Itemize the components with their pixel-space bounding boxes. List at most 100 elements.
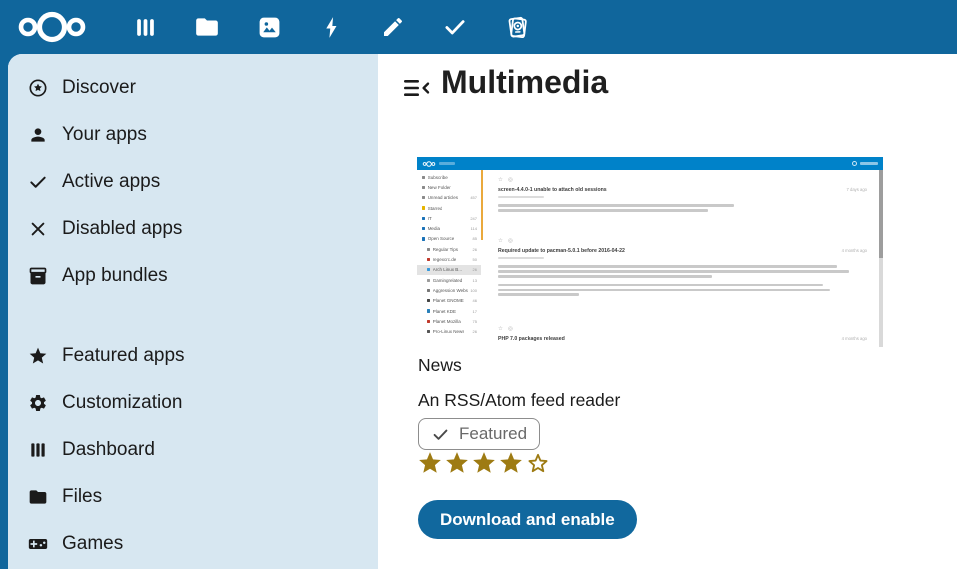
photos-icon[interactable] [249, 7, 289, 47]
sidebar-item-label: Discover [62, 77, 136, 99]
nextcloud-logo[interactable] [13, 5, 91, 49]
feed-favicon [422, 196, 425, 199]
check-icon [28, 172, 48, 192]
main-content: Multimedia [378, 54, 957, 569]
sidebar-item-label: Dashboard [62, 439, 155, 461]
sidebar-item-disabled-apps[interactable]: Disabled apps [8, 205, 378, 252]
screenshot-topbar [417, 157, 883, 170]
featured-badge: Featured [418, 418, 540, 450]
dashboard-icon[interactable] [125, 7, 165, 47]
star-rating [417, 450, 551, 476]
apps-sidebar: Discover Your apps Active apps Disabled … [8, 54, 378, 569]
page-title: Multimedia [441, 64, 608, 101]
dashboard-icon [28, 440, 48, 460]
feed-list-item: Regular Tips 26 [417, 244, 481, 254]
feed-list-item: IT 247 [417, 213, 481, 223]
screenshot-article: ☆◎ Required update to pacman-5.0.1 befor… [498, 238, 867, 296]
discover-icon [28, 78, 48, 98]
feed-favicon [422, 186, 425, 189]
sidebar-item-files[interactable]: Files [8, 473, 378, 520]
sidebar-item-discover[interactable]: Discover [8, 64, 378, 111]
sidebar-item-label: App bundles [62, 265, 168, 287]
feed-favicon [422, 206, 425, 209]
feed-favicon [427, 248, 430, 251]
feed-list-item: New Folder [417, 182, 481, 192]
mini-topbar-right [852, 161, 879, 167]
feed-list-item: Planet Mozilla 75 [417, 316, 481, 326]
star-filled-icon [498, 450, 524, 476]
feed-favicon [427, 258, 430, 261]
check-icon [431, 425, 450, 444]
screenshot-article-list: ☆◎ screen-4.4.0-1 unable to attach old s… [481, 170, 883, 347]
mini-star-icon: ☆ [498, 238, 503, 244]
files-icon[interactable] [187, 7, 227, 47]
activity-icon[interactable] [311, 7, 351, 47]
notes-icon[interactable] [373, 7, 413, 47]
content-panel: Discover Your apps Active apps Disabled … [8, 54, 957, 569]
feed-favicon [427, 279, 430, 282]
sidebar-item-label: Featured apps [62, 345, 185, 367]
sidebar-item-your-apps[interactable]: Your apps [8, 111, 378, 158]
sidebar-item-label: Files [62, 486, 102, 508]
mini-star-icon: ☆ [498, 177, 503, 183]
app-description: An RSS/Atom feed reader [418, 390, 620, 411]
feed-list-item: Starred [417, 203, 481, 213]
feed-list-item: Planet KDE 17 [417, 306, 481, 316]
sidebar-item-label: Customization [62, 392, 182, 414]
feed-favicon [427, 299, 430, 302]
open-navigation-icon[interactable] [402, 76, 432, 102]
user-icon [28, 125, 48, 145]
star-filled-icon [471, 450, 497, 476]
mini-eye-icon: ◎ [508, 177, 513, 183]
feed-list-item: Gamingrelated 13 [417, 275, 481, 285]
feed-list-item: Media 114 [417, 223, 481, 233]
screenshot-body: Subscribe New Folder Unread articles [417, 170, 883, 347]
feed-list-item: Unread articles 457 [417, 193, 481, 203]
sidebar-item-active-apps[interactable]: Active apps [8, 158, 378, 205]
archive-box-icon [28, 266, 48, 286]
feed-favicon [427, 309, 430, 312]
app-navigation [125, 7, 537, 47]
mini-nextcloud-logo [422, 160, 436, 168]
star-filled-icon [444, 450, 470, 476]
article-body-placeholder [498, 196, 867, 212]
download-enable-button[interactable]: Download and enable [418, 500, 637, 539]
feed-favicon [422, 237, 425, 240]
mini-star-icon: ☆ [498, 326, 503, 332]
sidebar-item-label: Your apps [62, 124, 147, 146]
sidebar-item-app-bundles[interactable]: App bundles [8, 252, 378, 299]
cards-icon[interactable] [497, 7, 537, 47]
app-screenshot: Subscribe New Folder Unread articles [417, 157, 883, 347]
feed-list-item: Pro-Linux News 26 [417, 326, 481, 336]
feed-favicon [427, 268, 430, 271]
sidebar-item-featured-apps[interactable]: Featured apps [8, 332, 378, 379]
feed-list-item: regexcrc.de 50 [417, 254, 481, 264]
app-name: News [418, 355, 462, 376]
sidebar-item-dashboard[interactable]: Dashboard [8, 426, 378, 473]
tasks-icon[interactable] [435, 7, 475, 47]
feed-list-item: Aggression Websi... 100 [417, 285, 481, 295]
sidebar-item-games[interactable]: Games [8, 520, 378, 567]
mini-user-placeholder [860, 162, 878, 165]
feed-list-item: Subscribe [417, 172, 481, 182]
unread-indicator-line [481, 170, 483, 240]
folder-icon [28, 487, 48, 507]
screenshot-scrollbar [879, 170, 883, 347]
screenshot-article: ☆◎ PHP 7.0 packages released 4 months ag… [498, 326, 867, 342]
article-body-placeholder [498, 257, 867, 296]
sidebar-item-customization[interactable]: Customization [8, 379, 378, 426]
gear-icon [28, 393, 48, 413]
feed-favicon [422, 176, 425, 179]
feed-favicon [422, 227, 425, 230]
screenshot-article: ☆◎ screen-4.4.0-1 unable to attach old s… [498, 177, 867, 212]
featured-badge-label: Featured [459, 424, 527, 444]
feed-favicon [427, 330, 430, 333]
star-icon [28, 346, 48, 366]
feed-list-item: Open Source 85 [417, 234, 481, 244]
feed-favicon [427, 320, 430, 323]
star-filled-icon [417, 450, 443, 476]
feed-list-item: Planet GNOME 46 [417, 296, 481, 306]
feed-favicon [422, 217, 425, 220]
feed-list-item: Arch Linux B... 26 [417, 265, 481, 275]
sidebar-item-label: Active apps [62, 171, 160, 193]
